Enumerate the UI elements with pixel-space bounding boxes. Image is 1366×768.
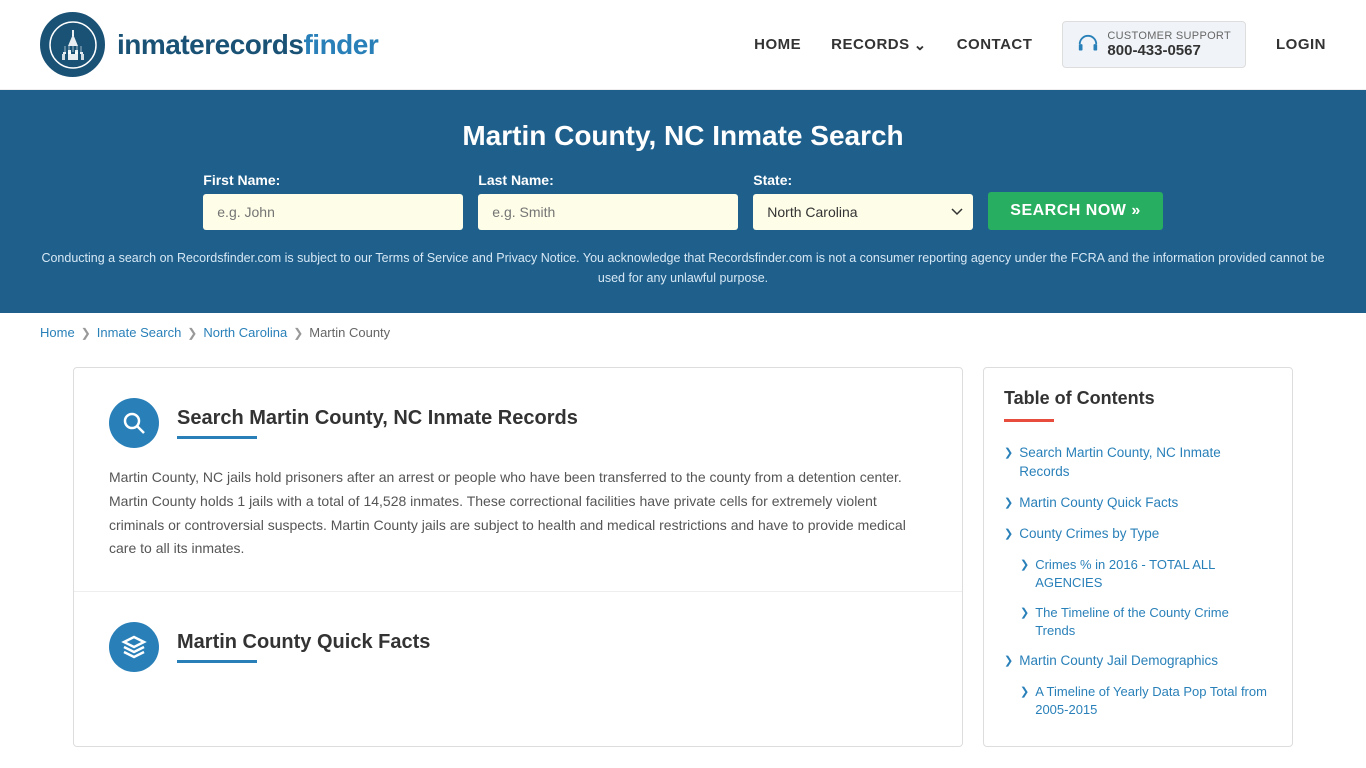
logo-area[interactable]: inmaterecordsfinder [40,12,378,77]
breadcrumb-home[interactable]: Home [40,325,75,340]
toc-link-5[interactable]: The Timeline of the County Crime Trends [1035,604,1272,640]
breadcrumb-sep-2: ❯ [187,326,197,340]
toc-item-5[interactable]: ❯ The Timeline of the County Crime Trend… [1020,598,1272,646]
headset-icon [1077,34,1099,56]
state-group: State: North Carolina Alabama Alaska Cal… [753,172,973,230]
toc-chevron-4: ❯ [1020,558,1029,571]
nav-records[interactable]: RECORDS ⌄ [831,36,927,54]
toc-chevron-7: ❯ [1020,685,1029,698]
toc-box: Table of Contents ❯ Search Martin County… [983,367,1293,747]
toc-link-1[interactable]: Search Martin County, NC Inmate Records [1019,444,1272,482]
breadcrumb-sep-1: ❯ [81,326,91,340]
toc-link-6[interactable]: Martin County Jail Demographics [1019,652,1218,671]
last-name-group: Last Name: [478,172,738,230]
breadcrumb-state[interactable]: North Carolina [203,325,287,340]
section-title-2: Martin County Quick Facts [177,631,927,654]
state-label: State: [753,172,792,188]
section-title-underline-1 [177,436,257,439]
toc-chevron-6: ❯ [1004,654,1013,667]
hero-title: Martin County, NC Inmate Search [40,120,1326,152]
first-name-input[interactable] [203,194,463,230]
toc-item-2[interactable]: ❯ Martin County Quick Facts [1004,488,1272,519]
search-section-icon [109,398,159,448]
breadcrumb-current: Martin County [309,325,390,340]
logo-icon [40,12,105,77]
last-name-label: Last Name: [478,172,553,188]
toc-sub-group: ❯ Crimes % in 2016 - TOTAL ALL AGENCIES … [1004,550,1272,647]
quick-facts-section: Martin County Quick Facts [74,592,962,720]
toc-item-6[interactable]: ❯ Martin County Jail Demographics [1004,646,1272,677]
toc-item-3[interactable]: ❯ County Crimes by Type [1004,519,1272,550]
hero-banner: Martin County, NC Inmate Search First Na… [0,90,1366,313]
search-now-button[interactable]: SEARCH NOW » [988,192,1162,230]
section-title-underline-2 [177,660,257,663]
state-select[interactable]: North Carolina Alabama Alaska California… [753,194,973,230]
site-header: inmaterecordsfinder HOME RECORDS ⌄ CONTA… [0,0,1366,90]
toc-link-3[interactable]: County Crimes by Type [1019,525,1159,544]
breadcrumb: Home ❯ Inmate Search ❯ North Carolina ❯ … [0,313,1366,352]
breadcrumb-inmate-search[interactable]: Inmate Search [97,325,182,340]
section-title-1: Search Martin County, NC Inmate Records [177,407,927,430]
customer-support-box: CUSTOMER SUPPORT 800-433-0567 [1062,21,1246,68]
first-name-label: First Name: [203,172,280,188]
search-form: First Name: Last Name: State: North Caro… [40,172,1326,230]
toc-link-4[interactable]: Crimes % in 2016 - TOTAL ALL AGENCIES [1035,556,1272,592]
toc-chevron-5: ❯ [1020,606,1029,619]
toc-item-1[interactable]: ❯ Search Martin County, NC Inmate Record… [1004,438,1272,488]
content-left: Search Martin County, NC Inmate Records … [73,367,963,747]
chevron-down-icon: ⌄ [914,36,927,54]
sidebar: Table of Contents ❯ Search Martin County… [983,367,1293,747]
hero-disclaimer: Conducting a search on Recordsfinder.com… [40,248,1326,288]
logo-text: inmaterecordsfinder [117,29,378,61]
section-header-1: Search Martin County, NC Inmate Records [109,398,927,448]
toc-chevron-1: ❯ [1004,446,1013,459]
toc-item-7[interactable]: ❯ A Timeline of Yearly Data Pop Total fr… [1020,677,1272,725]
inmate-records-body: Martin County, NC jails hold prisoners a… [109,466,927,561]
facts-section-icon [109,622,159,672]
toc-link-7[interactable]: A Timeline of Yearly Data Pop Total from… [1035,683,1272,719]
breadcrumb-sep-3: ❯ [293,326,303,340]
toc-title: Table of Contents [1004,388,1272,409]
support-phone: 800-433-0567 [1107,42,1231,59]
login-button[interactable]: LOGIN [1276,36,1326,53]
nav-home[interactable]: HOME [754,36,801,53]
toc-chevron-2: ❯ [1004,496,1013,509]
toc-sub-group-2: ❯ A Timeline of Yearly Data Pop Total fr… [1004,677,1272,725]
support-label: CUSTOMER SUPPORT [1107,30,1231,42]
toc-chevron-3: ❯ [1004,527,1013,540]
main-nav: HOME RECORDS ⌄ CONTACT CUSTOMER SUPPORT … [754,21,1326,68]
nav-contact[interactable]: CONTACT [957,36,1033,53]
toc-divider [1004,419,1054,422]
main-container: Search Martin County, NC Inmate Records … [33,352,1333,762]
inmate-records-section: Search Martin County, NC Inmate Records … [74,368,962,592]
toc-link-2[interactable]: Martin County Quick Facts [1019,494,1178,513]
section-header-2: Martin County Quick Facts [109,622,927,672]
first-name-group: First Name: [203,172,463,230]
toc-item-4[interactable]: ❯ Crimes % in 2016 - TOTAL ALL AGENCIES [1020,550,1272,598]
last-name-input[interactable] [478,194,738,230]
